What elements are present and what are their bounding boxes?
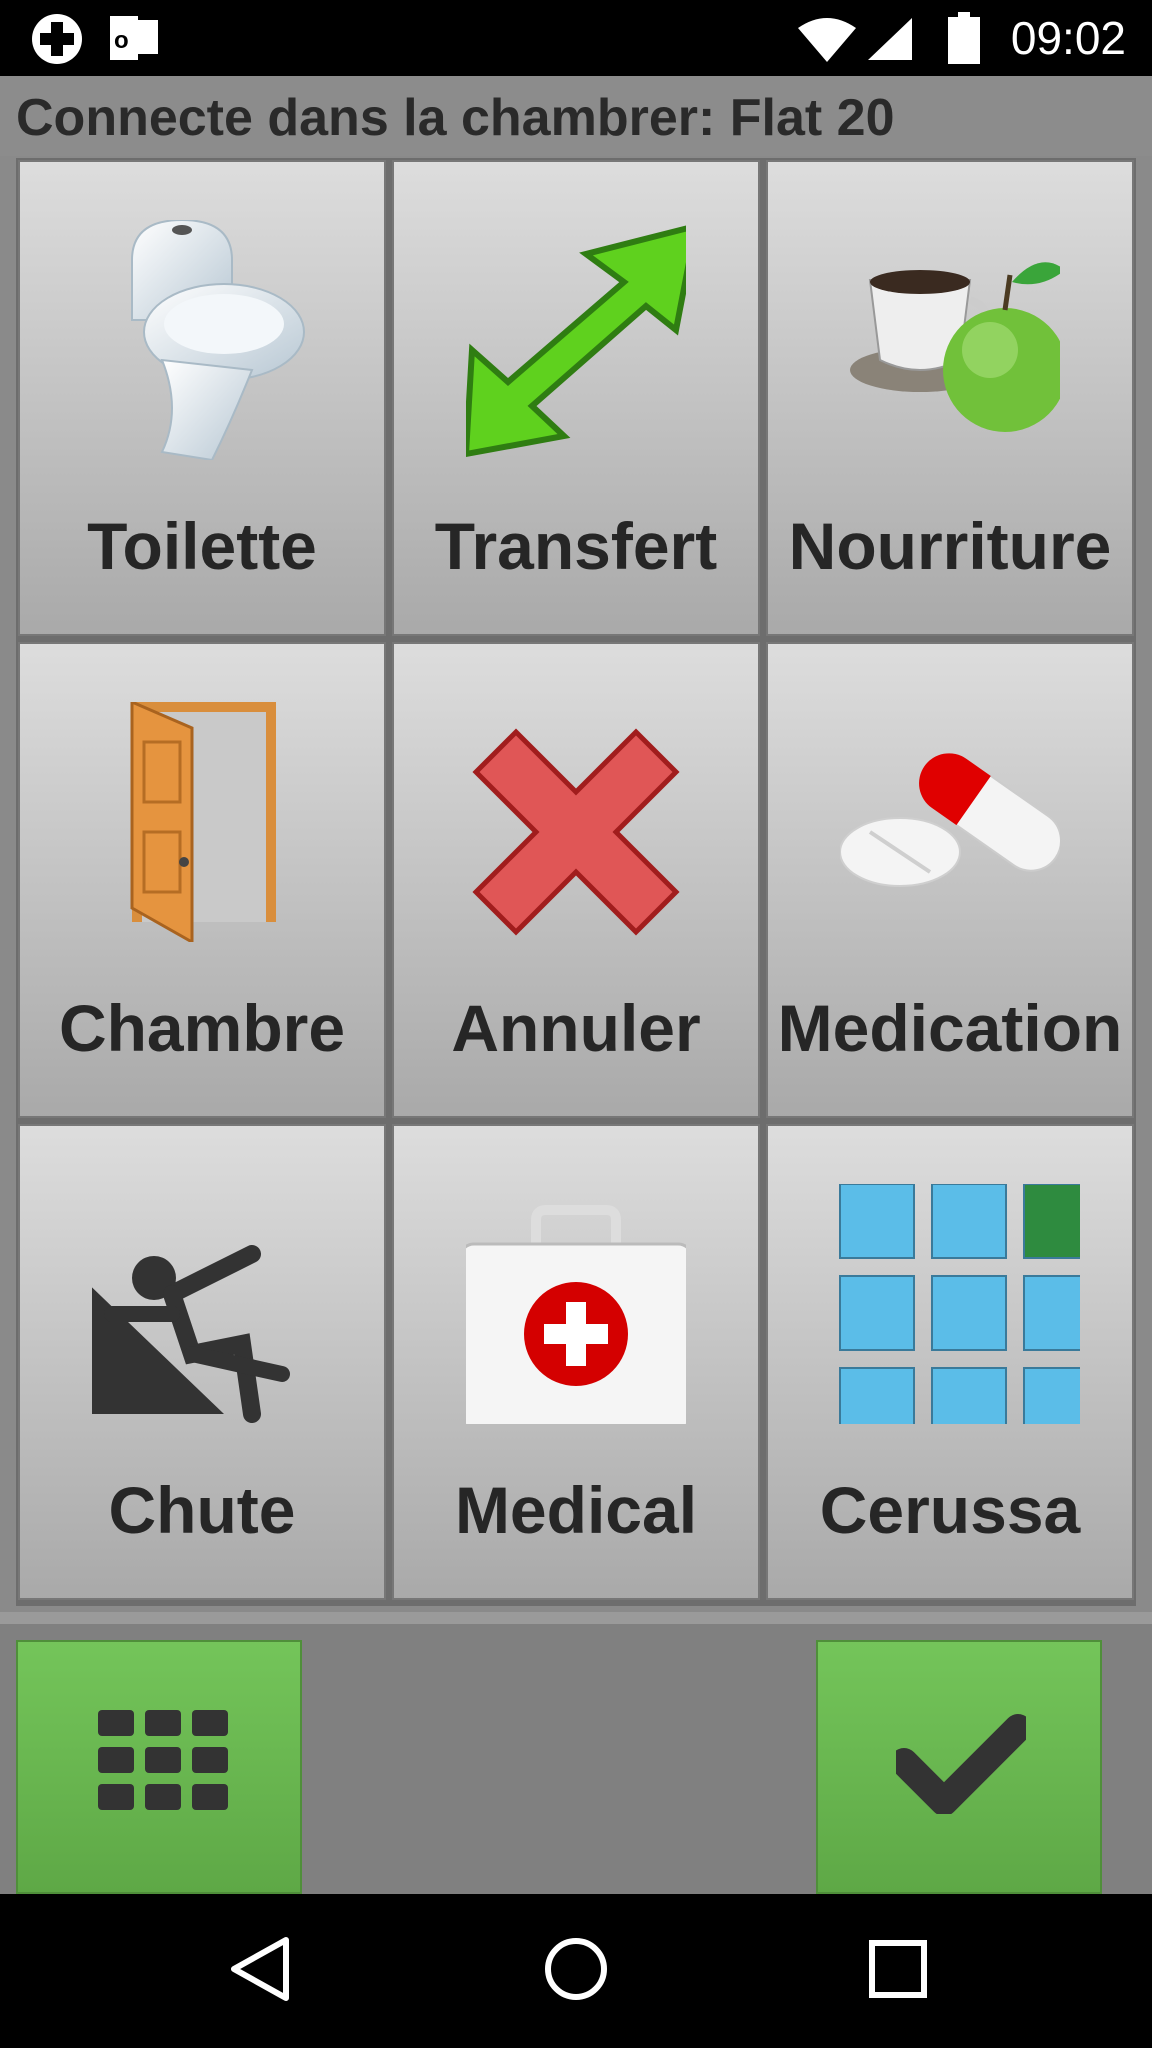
recents-icon[interactable] (866, 1934, 930, 2004)
tile-annuler[interactable]: Annuler (392, 642, 760, 1118)
separator (0, 1612, 1152, 1624)
home-icon[interactable] (544, 1934, 608, 2004)
food-icon (850, 262, 1060, 432)
cancel-x-icon (472, 728, 680, 936)
tile-toilette[interactable]: Toilette (18, 160, 386, 636)
back-icon[interactable] (228, 1934, 292, 2004)
pills-icon (840, 753, 1060, 887)
request-grid: Toilette Transfert Nourriture Chambre An… (16, 158, 1136, 1606)
connection-header: Connecte dans la chambrer: Flat 20 (0, 76, 1152, 156)
confirm-button[interactable] (816, 1640, 1102, 1894)
medical-cross-icon (32, 14, 82, 64)
fall-icon (92, 1245, 290, 1423)
tile-medical[interactable]: Medical (392, 1124, 760, 1600)
tile-chambre[interactable]: Chambre (18, 642, 386, 1118)
battery-icon (948, 12, 980, 64)
checkmark-icon (896, 1714, 1026, 1814)
tile-cerussa[interactable]: Cerussa (766, 1124, 1134, 1600)
tile-label-medical: Medical (454, 1473, 698, 1547)
tile-nourriture[interactable]: Nourriture (766, 160, 1134, 636)
app-grid-icon (839, 1184, 1080, 1424)
outlook-icon: o (110, 16, 158, 60)
toilet-icon (131, 220, 305, 460)
status-time: 09:02 (1010, 12, 1126, 64)
first-aid-kit-icon (466, 1205, 686, 1424)
tile-chute[interactable]: Chute (18, 1124, 386, 1600)
tile-label-medication: Medication (777, 991, 1123, 1065)
grid-menu-icon (98, 1710, 228, 1810)
transfer-arrows-icon (466, 225, 686, 458)
tile-label-chambre: Chambre (58, 991, 346, 1065)
menu-button[interactable] (16, 1640, 302, 1894)
svg-text:o: o (114, 27, 129, 54)
tile-label-toilette: Toilette (87, 509, 317, 583)
tile-label-chute: Chute (108, 1473, 296, 1547)
tile-label-cerussa: Cerussa (819, 1473, 1081, 1547)
door-icon (130, 702, 276, 942)
tile-label-annuler: Annuler (451, 991, 701, 1065)
navigation-bar (0, 1894, 1152, 2048)
wifi-icon (798, 18, 856, 62)
cell-signal-icon (868, 18, 912, 60)
tile-medication[interactable]: Medication (766, 642, 1134, 1118)
status-bar: o 09:02 (0, 0, 1152, 76)
tile-label-nourriture: Nourriture (788, 509, 1112, 583)
connection-text: Connecte dans la chambrer: Flat 20 (16, 89, 895, 147)
tile-transfert[interactable]: Transfert (392, 160, 760, 636)
tile-label-transfert: Transfert (434, 509, 718, 583)
